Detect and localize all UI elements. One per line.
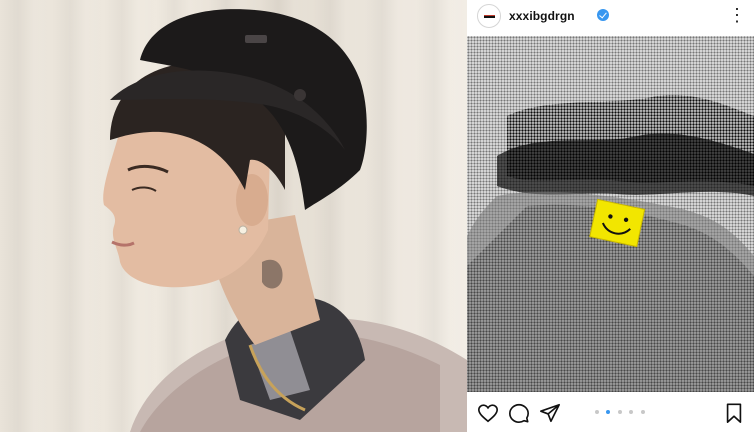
- lips-illustration: [467, 95, 754, 392]
- carousel-dot: [595, 410, 599, 414]
- send-icon[interactable]: [539, 402, 561, 424]
- instagram-post: xxxibgdrgn ⋮: [467, 0, 754, 432]
- profile-avatar[interactable]: [477, 4, 501, 28]
- carousel-dot: [640, 410, 645, 414]
- portrait-photo: [0, 0, 467, 432]
- avatar-logo-stripe: [484, 16, 495, 18]
- portrait-illustration: [103, 9, 467, 432]
- post-username[interactable]: xxxibgdrgn: [509, 9, 575, 23]
- carousel-dots: [595, 410, 648, 416]
- post-actions: [467, 392, 754, 432]
- bookmark-icon[interactable]: [723, 402, 745, 424]
- heart-icon[interactable]: [477, 402, 499, 424]
- post-image[interactable]: [467, 36, 754, 392]
- carousel-dot-active: [606, 410, 611, 414]
- comment-icon[interactable]: [508, 402, 530, 424]
- carousel-dot: [617, 410, 622, 414]
- verified-badge-icon: [597, 9, 609, 21]
- more-options-icon[interactable]: ⋮: [728, 4, 746, 26]
- carousel-dot: [629, 410, 634, 414]
- post-header: xxxibgdrgn ⋮: [467, 0, 754, 34]
